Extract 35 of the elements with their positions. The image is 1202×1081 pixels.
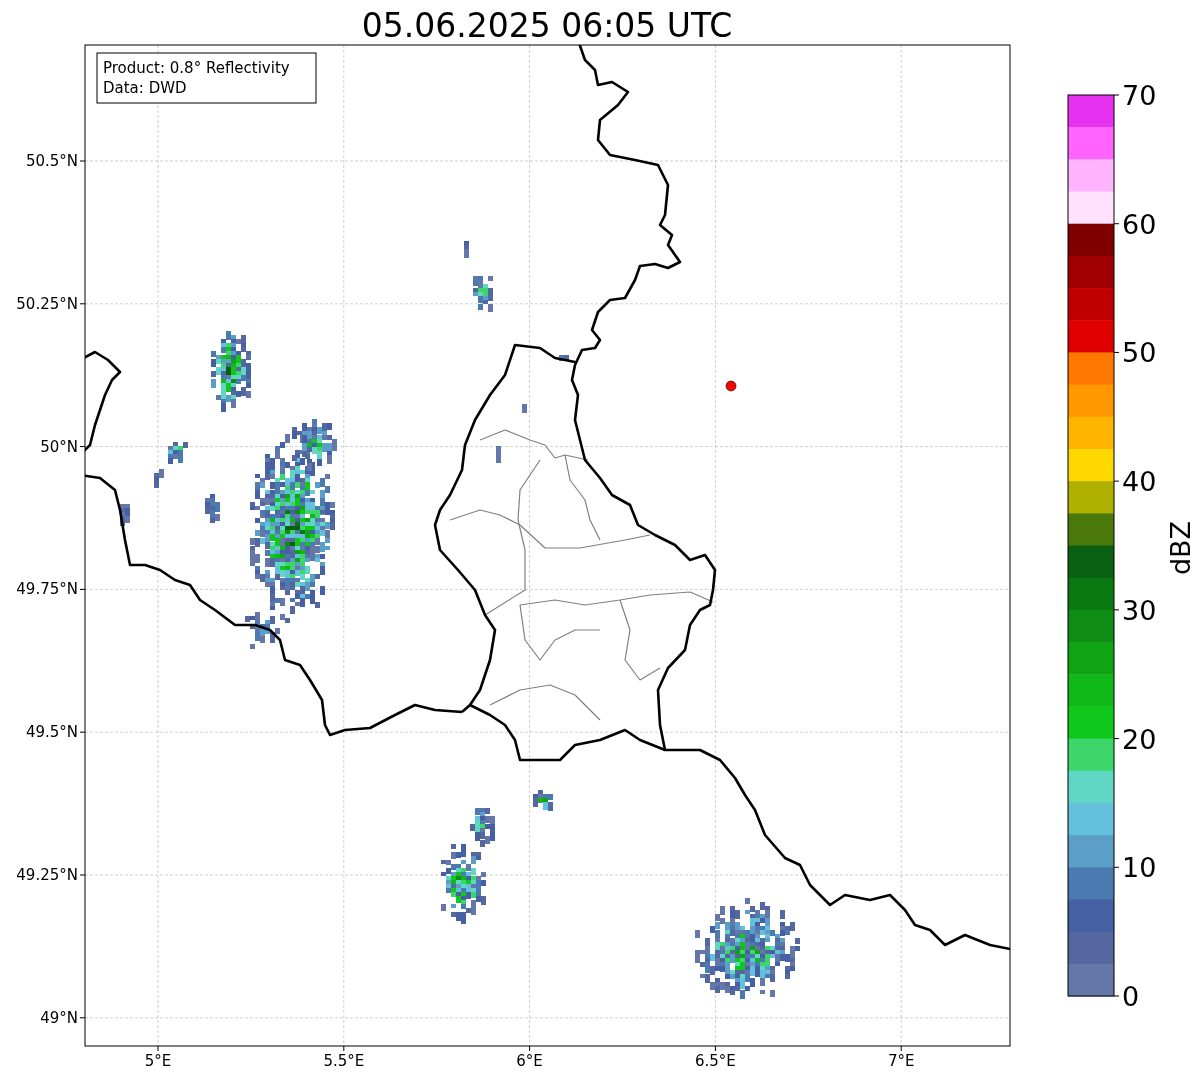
latitude-label: 49.5°N (25, 723, 78, 742)
radar-echo (464, 241, 469, 258)
radar-echo (168, 442, 188, 464)
latitude-label: 50°N (40, 437, 78, 456)
radar-echo (154, 469, 164, 488)
longitude-label: 5°E (144, 1052, 172, 1070)
colorbar-tick-label: 30 (1122, 594, 1157, 626)
radar-echo (522, 404, 527, 413)
radar-echo (496, 446, 501, 463)
longitude-label: 7°E (887, 1052, 915, 1070)
colorbar-tick-label: 50 (1122, 337, 1157, 369)
longitude-label: 6°E (516, 1052, 543, 1070)
radar-echo (205, 494, 220, 523)
colorbar-tick-label: 40 (1122, 466, 1157, 498)
info-text: Data: DWD (103, 79, 187, 97)
radar-echo (559, 355, 569, 361)
radar-echo (533, 790, 553, 811)
radar-site-marker (725, 380, 737, 392)
latitude-label: 49.75°N (16, 580, 78, 599)
latitude-label: 50.5°N (25, 152, 78, 170)
colorbar-label: dBZ (1165, 520, 1196, 576)
colorbar-tick-label: 60 (1122, 208, 1157, 240)
radar-echo (120, 504, 130, 526)
info-text: Product: 0.8° Reflectivity (103, 59, 290, 77)
latitude-label: 50.25°N (16, 294, 78, 313)
colorbar-tick-label: 20 (1122, 723, 1157, 755)
colorbar-tick-label: 10 (1122, 852, 1157, 884)
colorbar-tick-label: 0 (1122, 981, 1140, 1012)
radar-echo (473, 276, 493, 312)
colorbar-tick-label: 70 (1122, 80, 1157, 111)
longitude-label: 5.5°E (323, 1052, 365, 1070)
chart-title: 05.06.2025 06:05 UTC (361, 6, 733, 45)
latitude-label: 49.25°N (16, 866, 78, 884)
latitude-label: 49°N (40, 1008, 78, 1027)
longitude-label: 6.5°E (695, 1052, 736, 1070)
